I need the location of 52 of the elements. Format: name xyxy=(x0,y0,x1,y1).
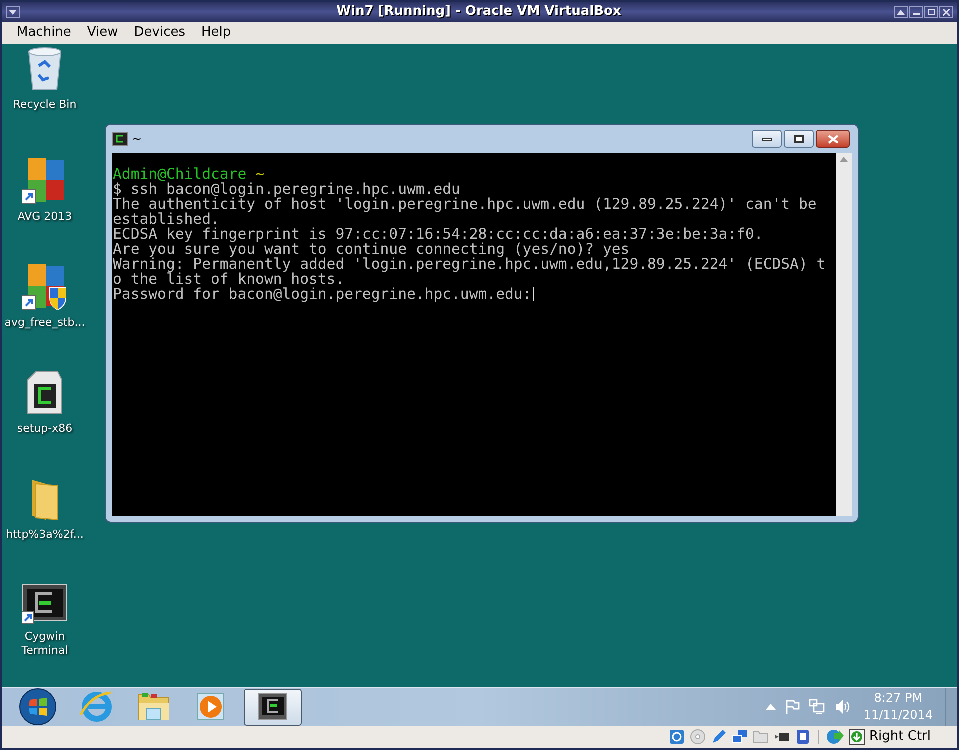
maximize-button[interactable] xyxy=(784,130,814,148)
window-menu-button[interactable] xyxy=(6,6,20,18)
terminal-icon xyxy=(112,132,128,146)
terminal-line: $ ssh bacon@login.peregrine.hpc.uwm.edu xyxy=(113,182,460,197)
desktop-icon-label[interactable]: http%3a%2f... xyxy=(6,528,84,542)
minimize-button[interactable] xyxy=(752,130,782,148)
prompt-path: ~ xyxy=(256,166,264,183)
terminal-icon[interactable] xyxy=(22,584,68,624)
clock-date: 11/11/2014 xyxy=(864,707,933,724)
maximize-button[interactable] xyxy=(924,6,938,18)
pen-icon[interactable] xyxy=(710,729,726,745)
menu-item[interactable]: View xyxy=(80,23,126,43)
folder-icon xyxy=(137,691,171,723)
terminal-line: established. xyxy=(113,212,220,227)
shade-button[interactable] xyxy=(894,6,908,18)
terminal-line: ECDSA key fingerprint is 97:cc:07:16:54:28:cc:cc:da:a6:ea:37:3e:be:3a:f0. xyxy=(113,227,764,242)
window-title: Win7 [Running] - Oracle VM VirtualBox xyxy=(336,3,622,22)
desktop-icon-label[interactable]: Cygwin Terminal xyxy=(3,630,87,658)
menu-item[interactable]: Help xyxy=(194,23,238,43)
close-icon xyxy=(942,8,950,16)
hard-disk-icon[interactable] xyxy=(668,729,684,745)
terminal-title: ~ xyxy=(132,131,142,148)
menu-item[interactable]: Machine xyxy=(10,23,78,43)
close-button[interactable] xyxy=(816,130,850,148)
terminal-line: o the list of known hosts. xyxy=(113,272,345,287)
caret-down-icon xyxy=(9,10,17,14)
terminal-line: The authenticity of host 'login.peregrine.hpc.uwm.edu (129.89.25.224)' can't be xyxy=(113,197,817,212)
start-orb-icon xyxy=(19,688,57,726)
download-arrow-icon[interactable] xyxy=(848,729,864,745)
terminal-line: Are you sure you want to continue connecting (yes/no)? yes xyxy=(113,242,630,257)
caret-up-icon xyxy=(897,10,905,14)
network-icon[interactable] xyxy=(732,729,748,745)
chip-icon[interactable] xyxy=(794,729,810,745)
scrollbar[interactable] xyxy=(836,153,852,516)
taskbar-button[interactable] xyxy=(244,688,302,726)
close-button[interactable] xyxy=(939,6,953,18)
menu-item[interactable]: Devices xyxy=(127,23,193,43)
multicolor-tile-shield-icon[interactable] xyxy=(22,262,68,310)
desktop-icon-label[interactable]: AVG 2013 xyxy=(18,210,72,224)
terminal-line: Password for bacon@login.peregrine.hpc.uwm.edu: xyxy=(113,287,532,302)
clock-time: 8:27 PM xyxy=(874,690,923,707)
prompt-user-host: Admin@Childcare xyxy=(113,166,247,183)
letter-e-globe-icon xyxy=(79,691,113,723)
minimize-button[interactable] xyxy=(909,6,923,18)
terminal-line: Warning: Permanently added 'login.peregrine.hpc.uwm.edu,129.89.25.224' (ECDSA) t xyxy=(113,257,826,272)
desktop-icon-label[interactable]: avg_free_stb... xyxy=(4,316,86,330)
host-key-label: Right Ctrl xyxy=(870,728,931,746)
close-icon xyxy=(828,134,838,144)
desktop-icon-label[interactable]: setup-x86 xyxy=(17,422,73,436)
terminal-icon xyxy=(258,693,288,721)
desktop-icon-label[interactable]: Recycle Bin xyxy=(13,98,77,112)
text-cursor xyxy=(532,287,534,301)
